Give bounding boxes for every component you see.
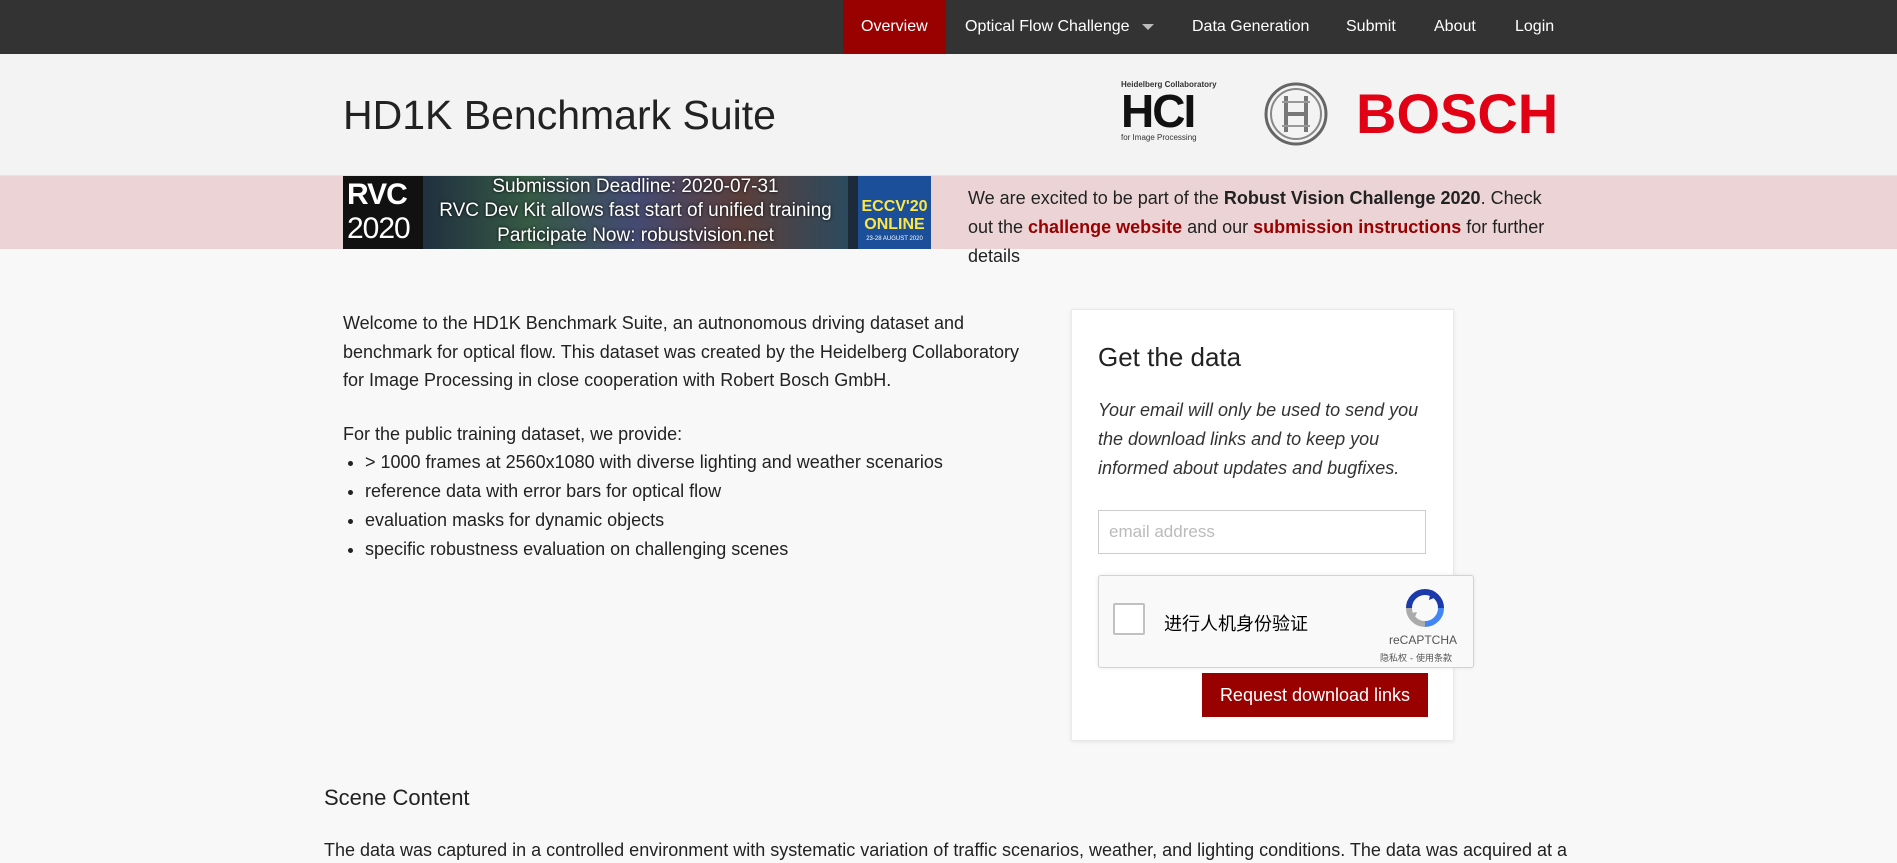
recaptcha-checkbox[interactable] — [1113, 603, 1145, 635]
bosch-armature-icon[interactable] — [1264, 82, 1328, 146]
recaptcha-widget: 进行人机身份验证 reCAPTCHA 隐私权 - 使用条款 — [1098, 575, 1474, 668]
feature-list-intro: For the public training dataset, we prov… — [343, 423, 683, 444]
submission-instructions-link[interactable]: submission instructions — [1253, 217, 1461, 237]
get-data-card: Get the data Your email will only be use… — [1071, 309, 1474, 741]
list-item: specific robustness evaluation on challe… — [365, 535, 1043, 564]
announcement-text: We are excited to be part of the — [968, 188, 1224, 208]
nav-login[interactable]: Login — [1515, 0, 1554, 54]
chevron-down-icon — [1141, 23, 1154, 30]
announcement-text: and our — [1182, 217, 1254, 237]
eccv-logo-line1: ECCV'20 — [861, 198, 928, 215]
nav-optical-flow-challenge[interactable]: Optical Flow Challenge — [965, 0, 1154, 54]
rvc-announcement: We are excited to be part of the Robust … — [968, 184, 1568, 271]
rvc-banner-image[interactable]: RVC 2020 Submission Deadline: 2020-07-31… — [343, 176, 931, 249]
get-data-title: Get the data — [1098, 342, 1242, 372]
nav-submit[interactable]: Submit — [1346, 0, 1396, 54]
nav-optical-flow-challenge-label: Optical Flow Challenge — [965, 18, 1130, 35]
nav-about[interactable]: About — [1434, 0, 1476, 54]
rvc-deadline-text: Submission Deadline: 2020-07-31 — [492, 176, 779, 197]
recaptcha-label: 进行人机身份验证 — [1164, 614, 1308, 635]
challenge-website-link[interactable]: challenge website — [1028, 217, 1182, 237]
nav-overview[interactable]: Overview — [843, 0, 946, 54]
feature-list: > 1000 frames at 2560x1080 with diverse … — [343, 448, 1043, 564]
list-item: > 1000 frames at 2560x1080 with diverse … — [365, 448, 1043, 477]
rvc-logo-line2: 2020 — [347, 212, 411, 245]
nav-data-generation[interactable]: Data Generation — [1192, 0, 1309, 54]
recaptcha-privacy-terms-links[interactable]: 隐私权 - 使用条款 — [1380, 651, 1452, 664]
page-title: HD1K Benchmark Suite — [343, 92, 776, 138]
rvc-banner-collage: Submission Deadline: 2020-07-31 RVC Dev … — [423, 176, 848, 249]
top-navbar: Overview Optical Flow Challenge Data Gen… — [0, 0, 1897, 54]
announcement-challenge-name: Robust Vision Challenge 2020 — [1223, 188, 1481, 208]
list-item: reference data with error bars for optic… — [365, 477, 1043, 506]
intro-paragraph: Welcome to the HD1K Benchmark Suite, an … — [343, 313, 1020, 390]
hci-logo-bottom-text: for Image Processing — [1121, 133, 1197, 142]
eccv-logo: ECCV'20 ONLINE 23-28 AUGUST 2020 — [858, 176, 931, 249]
page-header: HD1K Benchmark Suite Heidelberg Collabor… — [0, 54, 1897, 176]
recaptcha-logo-icon — [1406, 589, 1444, 627]
email-usage-note: Your email will only be used to send you… — [1098, 400, 1419, 478]
recaptcha-brand: reCAPTCHA — [1389, 633, 1458, 647]
bosch-logo[interactable]: BOSCH — [1356, 82, 1558, 146]
request-download-links-button[interactable]: Request download links — [1202, 673, 1428, 717]
rvc-devkit-text: RVC Dev Kit allows fast start of unified… — [439, 200, 832, 221]
list-item: evaluation masks for dynamic objects — [365, 506, 1043, 535]
eccv-logo-dates: 23-28 AUGUST 2020 — [866, 236, 923, 242]
rvc-participate-text: Participate Now: robustvision.net — [497, 225, 774, 246]
hci-logo[interactable]: Heidelberg Collaboratory HCI for Image P… — [1121, 80, 1221, 148]
rvc-logo-line1: RVC — [347, 178, 408, 211]
scene-content-paragraph: The data was captured in a controlled en… — [324, 840, 1568, 860]
rvc-banner: RVC 2020 Submission Deadline: 2020-07-31… — [0, 176, 1897, 266]
intro-section: Welcome to the HD1K Benchmark Suite, an … — [343, 309, 1043, 564]
hci-logo-mark: HCI — [1121, 85, 1196, 137]
scene-content-heading: Scene Content — [324, 785, 470, 810]
eccv-logo-line2: ONLINE — [864, 216, 925, 233]
rvc-logo: RVC 2020 — [343, 176, 423, 249]
email-field[interactable] — [1098, 510, 1426, 554]
